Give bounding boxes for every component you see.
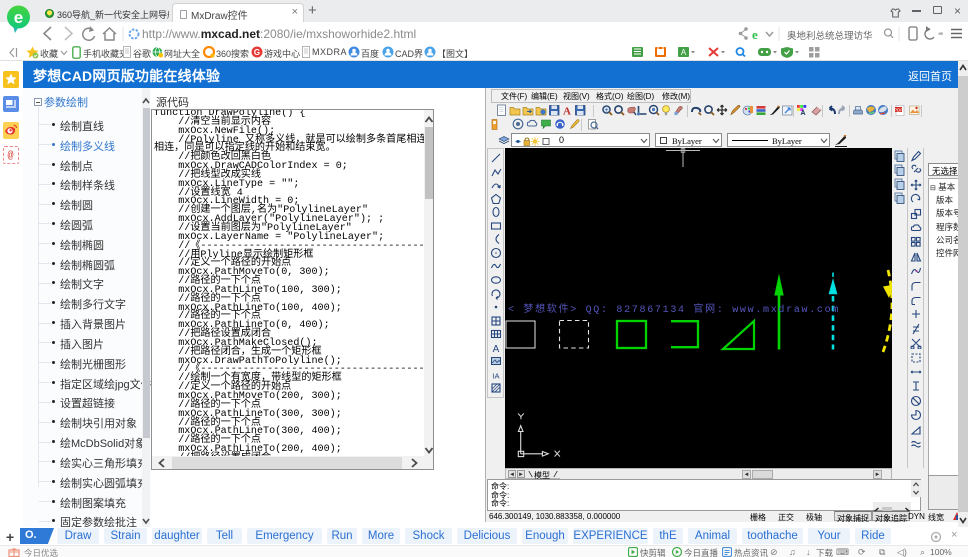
svg-text:A: A bbox=[563, 106, 571, 118]
svg-text:G: G bbox=[254, 48, 260, 57]
svg-text:A: A bbox=[681, 48, 687, 57]
svg-text:+: + bbox=[605, 108, 609, 114]
svg-text:PDF: PDF bbox=[894, 107, 903, 112]
svg-text:@: @ bbox=[7, 150, 13, 162]
svg-text:IA: IA bbox=[492, 371, 499, 380]
svg-text:e: e bbox=[14, 8, 23, 27]
svg-text:A: A bbox=[492, 344, 499, 354]
svg-text:e: e bbox=[752, 27, 758, 42]
